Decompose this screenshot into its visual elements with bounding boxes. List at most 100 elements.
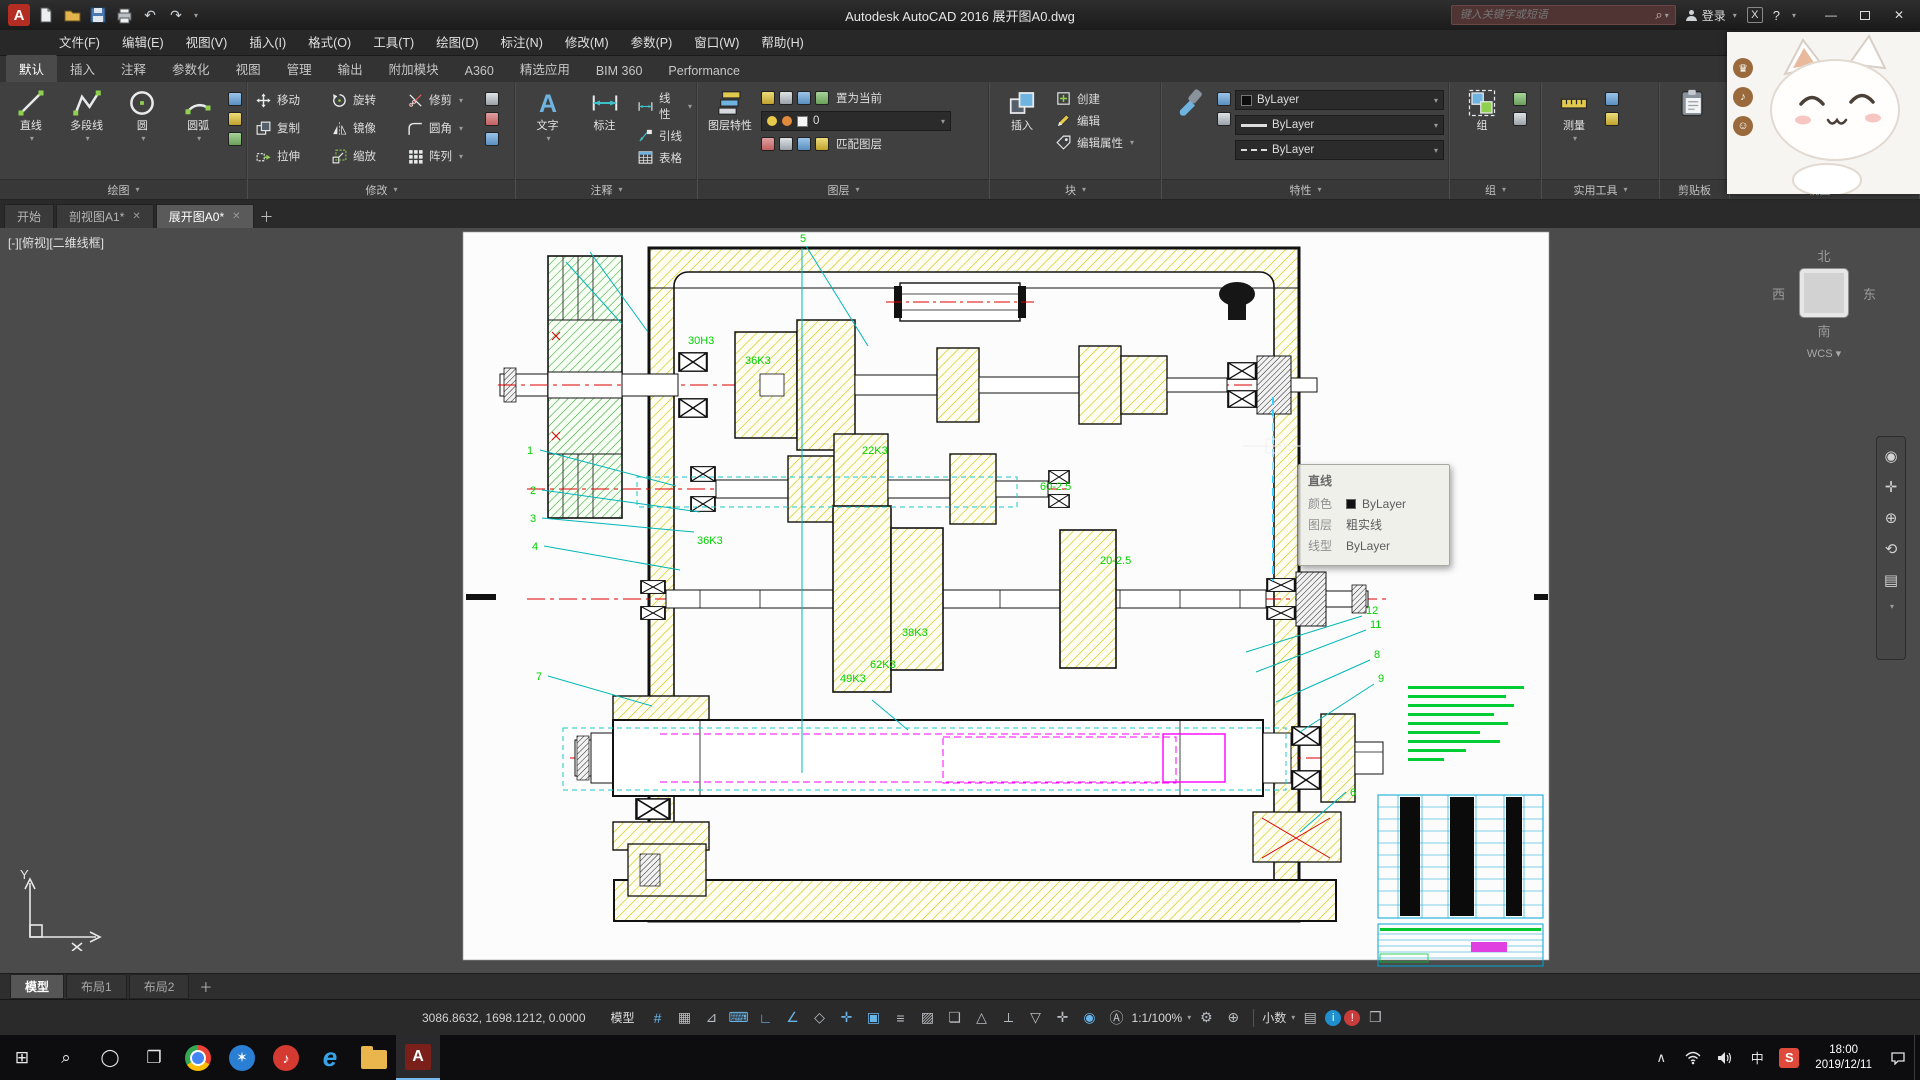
taskbar-search-icon[interactable]: ⌕ [44,1035,88,1080]
rotate-button[interactable]: 旋转 [329,92,405,109]
annotation-visibility-toggle[interactable]: ◉ [1078,1006,1102,1030]
layer-properties-button[interactable]: 图层特性 [703,86,757,132]
layer-lock-icon[interactable] [797,91,811,105]
close-button[interactable]: ✕ [1882,0,1916,30]
search-dropdown-icon[interactable]: ▾ [1665,11,1669,20]
layer-isolate-icon[interactable] [815,91,829,105]
new-file-icon[interactable] [36,5,56,25]
circle-button[interactable]: 圆▾ [117,86,169,143]
autoscale-toggle[interactable]: Ⓐ [1105,1006,1129,1030]
set-current-layer-button[interactable]: 置为当前 [836,90,882,106]
paste-button[interactable] [1665,86,1719,118]
undo-icon[interactable]: ↶ [140,5,160,25]
polyline-button[interactable]: 多段线▾ [61,86,113,143]
showmotion-icon[interactable]: ▤ [1884,571,1898,589]
menu-help[interactable]: 帮助(H) [750,30,814,56]
panel-footer-properties[interactable]: 特性▾ [1162,179,1449,199]
match-properties-button[interactable] [1167,86,1213,118]
line-button[interactable]: 直线▾ [5,86,57,143]
dynamic-input-toggle[interactable]: ⌨ [727,1006,751,1030]
file-tab-expanded-a0[interactable]: 展开图A0*✕ [156,204,254,228]
hatch-icon[interactable] [228,112,242,126]
osnap-toggle[interactable]: ▣ [862,1006,886,1030]
webcam-button-1[interactable]: ♛ [1733,58,1753,78]
navbar-dropdown-icon[interactable]: ▾ [1890,602,1894,611]
menu-modify[interactable]: 修改(M) [554,30,620,56]
copy-button[interactable]: 复制 [253,120,329,137]
close-tab-icon[interactable]: ✕ [232,211,240,222]
pinned-app-icon[interactable]: ✶ [220,1035,264,1080]
panel-footer-annotate[interactable]: 注释▾ [516,179,697,199]
offset-icon[interactable] [485,132,499,146]
panel-footer-clipboard[interactable]: 剪贴板 [1660,179,1729,199]
linetype-combo[interactable]: ByLayer ▾ [1235,140,1444,160]
wcs-dropdown[interactable]: WCS ▾ [1807,347,1841,360]
panel-footer-block[interactable]: 块▾ [990,179,1161,199]
ribbon-tab-annotate[interactable]: 注释 [108,55,159,82]
file-tab-start[interactable]: 开始 [4,204,54,228]
layer-freeze-icon[interactable] [779,91,793,105]
measure-button[interactable]: 测量▾ [1547,86,1601,143]
menu-tools[interactable]: 工具(T) [362,30,425,56]
qat-dropdown-icon[interactable]: ▾ [194,11,198,20]
quick-calc-icon[interactable] [1605,92,1619,106]
autocad-logo-icon[interactable]: A [8,4,30,26]
search-input[interactable] [1458,8,1656,22]
infer-constraints-toggle[interactable]: ⊿ [700,1006,724,1030]
layer-on-icon[interactable] [761,91,775,105]
ellipse-icon[interactable] [228,132,242,146]
gizmo-toggle[interactable]: ✛ [1051,1006,1075,1030]
move-button[interactable]: 移动 [253,92,329,109]
match-layer-button[interactable]: 匹配图层 [836,136,882,152]
trim-button[interactable]: 修剪▾ [405,92,481,109]
graphics-performance-icon[interactable]: ! [1344,1010,1360,1026]
exchange-apps-icon[interactable]: X [1747,7,1763,23]
panel-footer-utilities[interactable]: 实用工具▾ [1542,179,1659,199]
panel-footer-groups[interactable]: 组▾ [1450,179,1541,199]
model-space-button[interactable]: 模型 [603,1006,643,1029]
model-tab[interactable]: 模型 [10,974,64,999]
start-button[interactable]: ⊞ [0,1035,44,1080]
new-drawing-tab-button[interactable]: ＋ [256,206,278,228]
edit-block-button[interactable]: 编辑 [1053,112,1134,129]
chrome-icon[interactable] [176,1035,220,1080]
menu-format[interactable]: 格式(O) [297,30,362,56]
panel-footer-draw[interactable]: 绘图▾ [0,179,247,199]
transparency-toggle[interactable]: ▨ [916,1006,940,1030]
units-button[interactable]: 小数 [1262,1009,1286,1026]
units-dropdown-icon[interactable]: ▾ [1291,1013,1295,1022]
ime-language-indicator[interactable]: 中 [1741,1035,1773,1080]
viewcube-north[interactable]: 北 [1817,246,1830,265]
file-tab-section-a1[interactable]: 剖视图A1*✕ [56,204,154,228]
dynamic-ucs-toggle[interactable]: ⟂ [997,1006,1021,1030]
webcam-button-3[interactable]: ☺ [1733,116,1753,136]
layout2-tab[interactable]: 布局2 [129,974,190,999]
maximize-button[interactable] [1848,0,1882,30]
ribbon-tab-output[interactable]: 输出 [325,55,376,82]
create-block-button[interactable]: 创建 [1053,90,1134,107]
panel-footer-modify[interactable]: 修改▾ [248,179,515,199]
ribbon-tab-bim360[interactable]: BIM 360 [583,60,656,82]
table-button[interactable]: 表格 [635,149,692,166]
ribbon-tab-home[interactable]: 默认 [6,55,57,82]
mirror-button[interactable]: 镜像 [329,120,405,137]
layer-walk-icon[interactable] [815,137,829,151]
menu-edit[interactable]: 编辑(E) [111,30,175,56]
viewcube-face[interactable] [1799,268,1849,318]
drawing-canvas[interactable]: 1 2 3 4 5 7 36K3 30H3 22K3 60-2.5 20-2.5… [0,228,1920,973]
menu-view[interactable]: 视图(V) [175,30,239,56]
ribbon-tab-manage[interactable]: 管理 [274,55,325,82]
layer-thaw-icon[interactable] [779,137,793,151]
panel-footer-layers[interactable]: 图层▾ [698,179,989,199]
erase-icon[interactable] [485,92,499,106]
full-nav-wheel-icon[interactable]: ◉ [1884,447,1897,465]
snap-toggle[interactable]: ▦ [673,1006,697,1030]
edge-browser-icon[interactable]: e [308,1035,352,1080]
layer-off-icon[interactable] [761,137,775,151]
ribbon-tab-featured-apps[interactable]: 精选应用 [507,55,583,82]
ribbon-tab-parametric[interactable]: 参数化 [159,55,223,82]
save-icon[interactable] [88,5,108,25]
insert-block-button[interactable]: 插入 [995,86,1049,132]
help-dropdown-icon[interactable]: ▾ [1792,11,1796,20]
ribbon-tab-insert[interactable]: 插入 [57,55,108,82]
